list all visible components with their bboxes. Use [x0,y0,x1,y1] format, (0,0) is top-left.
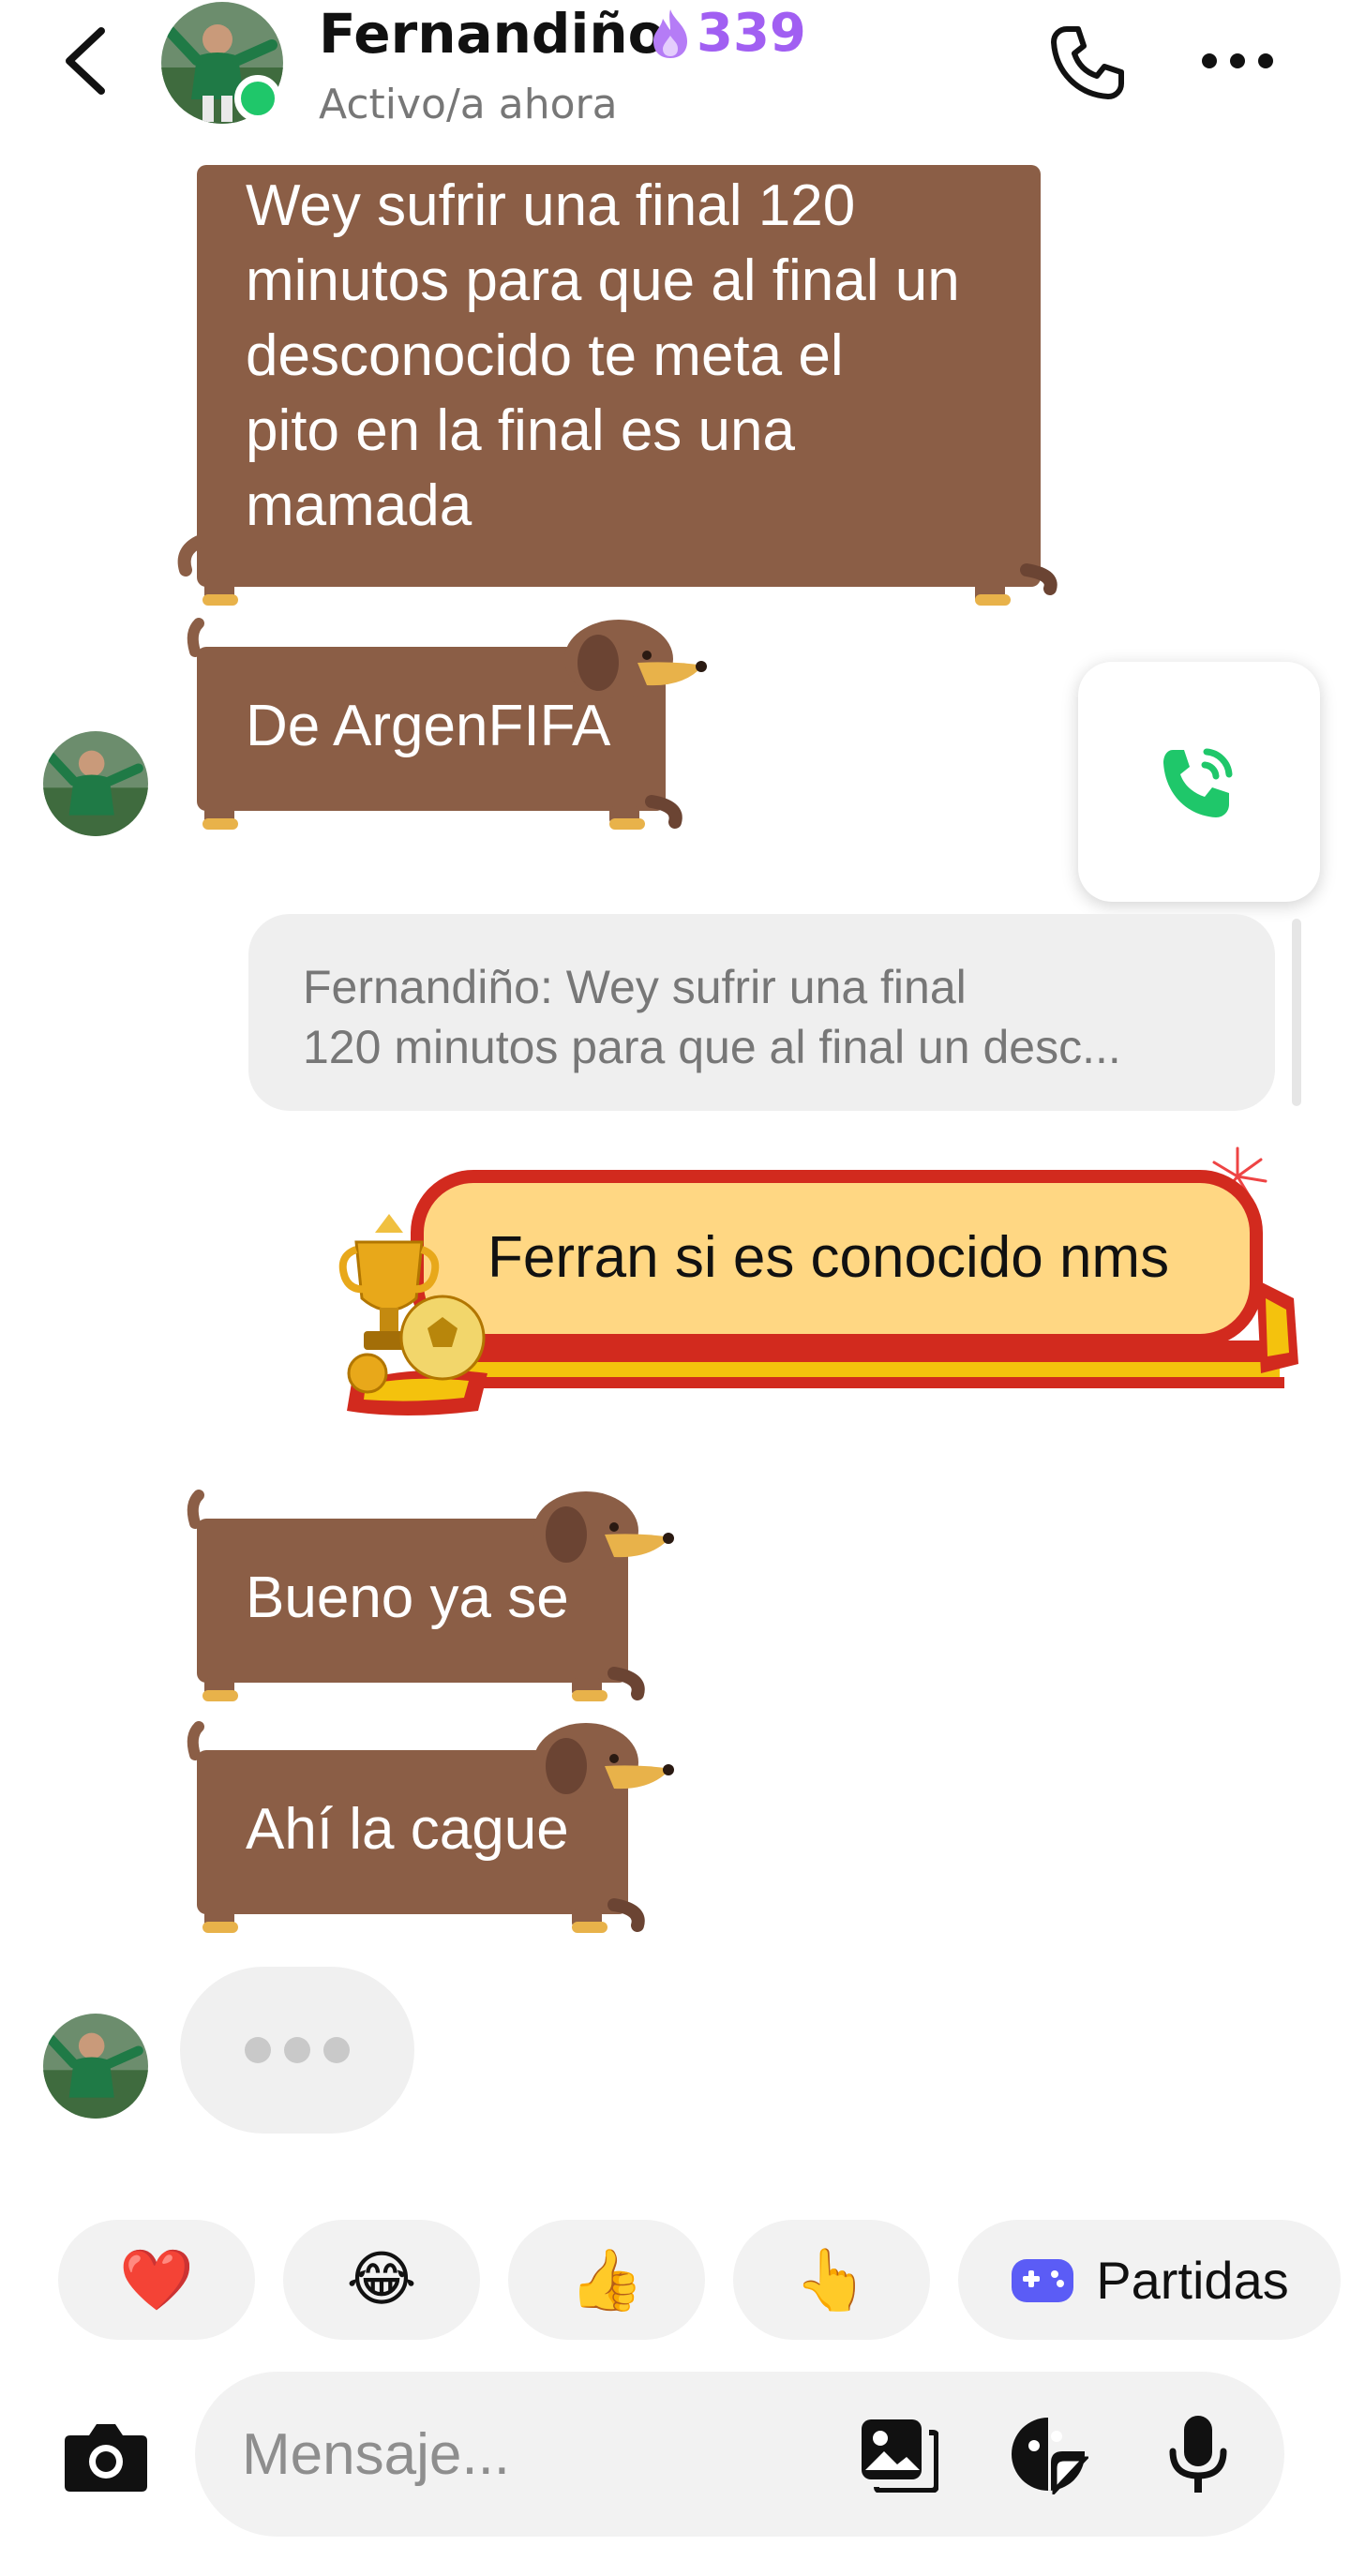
message-line: desconocido te meta el [246,323,844,388]
message-text: Wey sufrir una final 120 minutos para qu… [246,169,960,544]
tears-of-joy-emoji: 😂 [346,2245,417,2314]
sticker-icon [1012,2418,1088,2494]
microphone-button[interactable] [1151,2407,1245,2501]
message-text: Ferran si es conocido nms [488,1225,1170,1290]
message-text: Ahí la cague [246,1797,569,1862]
heart-emoji: ❤️ [119,2245,194,2315]
sender-avatar[interactable] [43,2014,148,2119]
pointing-up-emoji: 👆 [794,2245,869,2315]
message-composer [195,2372,1284,2537]
reply-quote-line: 120 minutos para que al final un desc... [303,1021,1121,1073]
typing-dot [245,2037,271,2063]
quick-reaction-heart[interactable]: ❤️ [58,2220,255,2340]
typing-dot [284,2037,310,2063]
phone-call-icon [1163,748,1233,817]
chat-header: Fernandiño 339 Activo/a ahora [0,0,1350,150]
message-bubble-incoming[interactable]: Ahí la cague [178,1717,684,1938]
message-bubble-outgoing[interactable]: Ferran si es conocido nms [338,1139,1312,1430]
chevron-left-icon [66,27,105,95]
gamepad-icon [1012,2259,1074,2302]
message-line: Wey sufrir una final 120 [246,173,856,238]
message-bubble-incoming[interactable]: Wey sufrir una final 120 minutos para qu… [177,157,1059,607]
message-line: pito en la final es una [246,398,795,463]
ongoing-call-widget[interactable] [1078,662,1320,902]
quick-reaction-laugh[interactable]: 😂 [283,2220,480,2340]
streak-badge: 339 [650,4,806,64]
flame-icon [653,9,687,58]
gallery-button[interactable] [851,2407,945,2501]
quick-reactions-bar: ❤️ 😂 👍 👆 Partidas [0,2220,1350,2342]
camera-icon [65,2424,147,2492]
message-text: Bueno ya se [246,1565,569,1630]
message-line: minutos para que al final un [246,248,960,313]
more-options-button[interactable] [1191,28,1284,94]
reply-indicator-bar [1292,919,1301,1106]
avatar-image [43,2014,148,2119]
sender-avatar[interactable] [43,731,148,836]
more-horizontal-icon [1202,53,1273,68]
reply-quote-line: Fernandiño: Wey sufrir una final [303,961,967,1013]
gallery-icon [862,2419,938,2493]
typing-indicator [180,1967,414,2134]
quick-reaction-thumbs-up[interactable]: 👍 [508,2220,705,2340]
contact-name[interactable]: Fernandiño [319,0,665,67]
football-icon [399,1295,486,1381]
online-indicator [234,75,281,122]
call-button[interactable] [1041,21,1134,105]
reply-quote-preview[interactable]: Fernandiño: Wey sufrir una final 120 min… [248,914,1275,1111]
message-input[interactable] [242,2417,804,2492]
streak-count: 339 [697,3,806,64]
sticker-button[interactable] [1001,2407,1095,2501]
avatar-image [43,731,148,836]
games-label: Partidas [1096,2250,1289,2310]
message-line: mamada [246,473,472,538]
quick-reaction-pointing[interactable]: 👆 [733,2220,930,2340]
message-text: De ArgenFIFA [246,694,611,758]
active-status: Activo/a ahora [319,81,618,128]
games-button[interactable]: Partidas [958,2220,1341,2340]
phone-icon [1051,26,1124,99]
back-button[interactable] [52,27,117,95]
thumbs-up-emoji: 👍 [569,2245,644,2315]
microphone-icon [1169,2416,1227,2493]
typing-dot [323,2037,350,2063]
camera-button[interactable] [54,2409,158,2503]
message-bubble-incoming[interactable]: Bueno ya se [178,1486,684,1706]
message-bubble-incoming[interactable]: De ArgenFIFA [178,614,712,834]
